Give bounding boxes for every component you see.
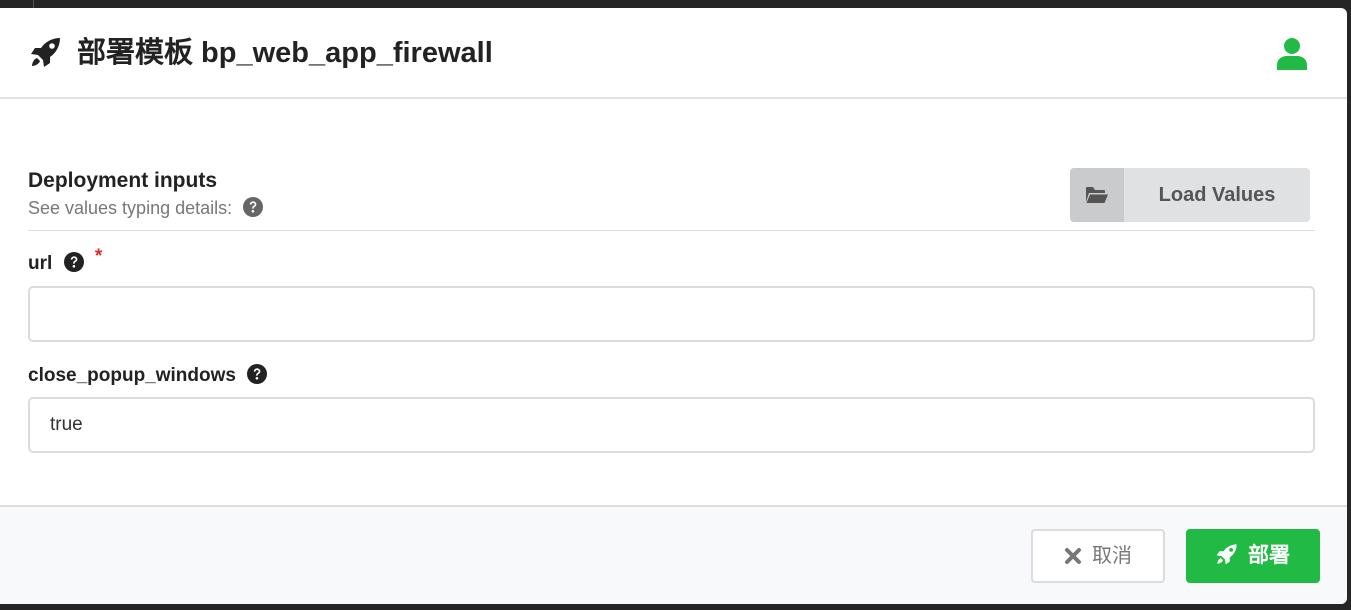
- cancel-label: 取消: [1092, 545, 1132, 567]
- modal-footer: 取消 部署: [0, 505, 1347, 604]
- deploy-label: 部署: [1248, 544, 1290, 567]
- question-circle-icon[interactable]: [63, 252, 84, 279]
- close-popup-windows-field-label: close_popup_windows: [28, 364, 268, 391]
- modal-title: 部署模板 bp_web_app_firewall: [77, 37, 493, 69]
- rocket-icon: [30, 36, 62, 68]
- deploy-button[interactable]: 部署: [1186, 529, 1320, 583]
- close-popup-windows-input[interactable]: [28, 397, 1315, 453]
- section-subtitle: See values typing details:: [28, 197, 264, 222]
- rocket-icon: [1216, 532, 1238, 586]
- load-values-button[interactable]: Load Values: [1070, 168, 1310, 222]
- section-title: Deployment inputs: [28, 169, 218, 192]
- cancel-button[interactable]: 取消: [1031, 529, 1165, 583]
- url-label-text: url: [28, 253, 53, 274]
- close-popup-windows-label-text: close_popup_windows: [28, 365, 236, 386]
- page-backdrop: [0, 0, 1351, 8]
- question-circle-icon[interactable]: [243, 197, 264, 222]
- user-icon[interactable]: [1276, 37, 1308, 71]
- load-values-label: Load Values: [1158, 184, 1276, 206]
- deploy-modal: 部署模板 bp_web_app_firewall Deployment inpu…: [0, 8, 1347, 604]
- load-values-icon-area: [1070, 168, 1124, 222]
- backdrop-divider: [33, 0, 34, 8]
- question-circle-icon[interactable]: [247, 364, 268, 391]
- close-icon: [1064, 534, 1082, 584]
- section-subtitle-text: See values typing details:: [28, 198, 233, 218]
- folder-open-icon: [1086, 187, 1108, 203]
- required-asterisk: *: [94, 246, 103, 267]
- url-input[interactable]: [28, 286, 1315, 342]
- url-field-label: url *: [28, 246, 102, 279]
- modal-header: 部署模板 bp_web_app_firewall: [0, 8, 1347, 99]
- deployment-inputs-header: Deployment inputs See values typing deta…: [28, 168, 1315, 231]
